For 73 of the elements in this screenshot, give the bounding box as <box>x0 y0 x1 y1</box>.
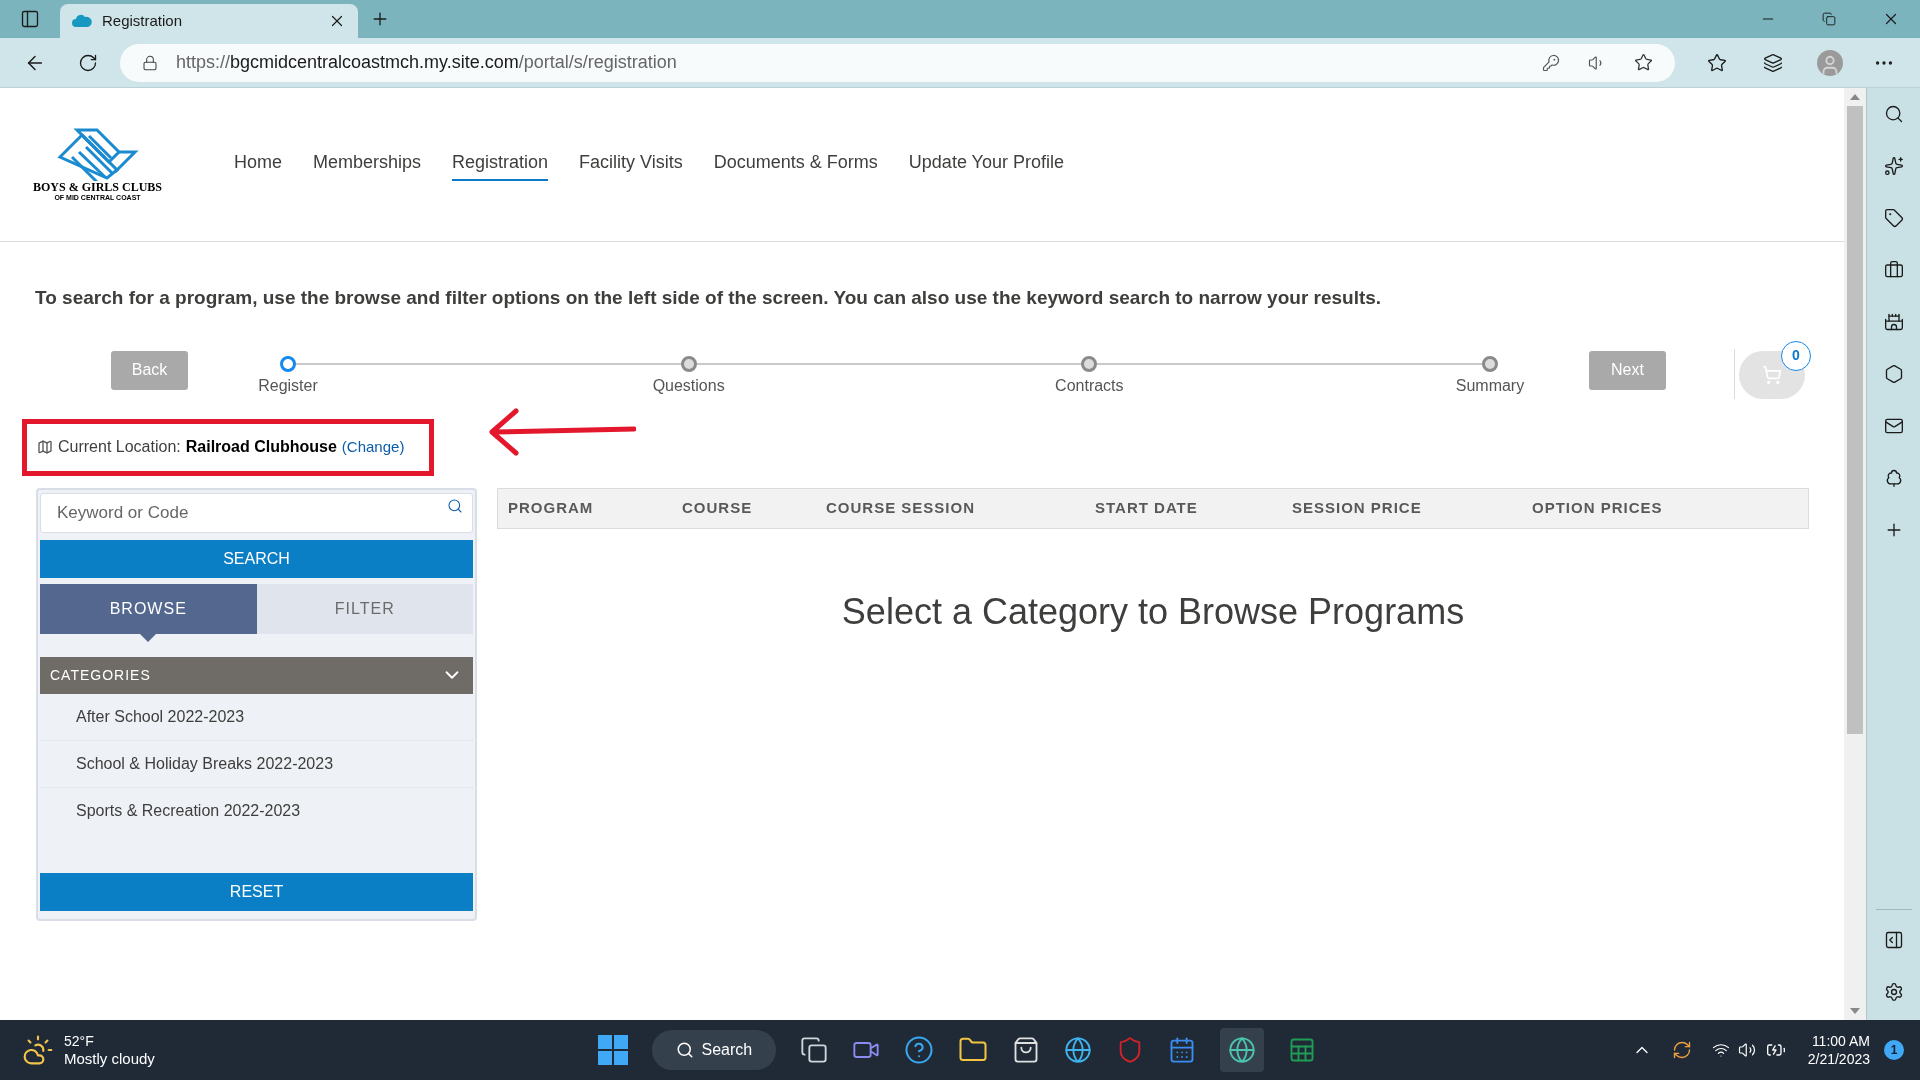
nav-link[interactable]: Facility Visits <box>579 148 683 181</box>
temperature-text: 52°F <box>64 1032 95 1050</box>
taskbar-search-button[interactable]: Search <box>651 1030 776 1070</box>
search-icon <box>675 1041 694 1059</box>
task-view-icon[interactable] <box>799 1036 828 1064</box>
nav-link[interactable]: Documents & Forms <box>713 148 878 181</box>
settings-icon[interactable] <box>1883 982 1904 1002</box>
categories-title: CATEGORIES <box>50 665 152 685</box>
column-header: SESSION PRICE <box>1292 499 1422 516</box>
scroll-up-icon[interactable] <box>1850 94 1860 100</box>
start-icon[interactable] <box>597 1035 628 1065</box>
favorites-icon[interactable] <box>1707 52 1727 73</box>
category-item[interactable]: School & Holiday Breaks 2022-2023 <box>76 751 334 776</box>
nav-link[interactable]: Update Your Profile <box>908 148 1064 181</box>
step-label: Summary <box>1455 375 1525 396</box>
scrollbar-thumb[interactable] <box>1847 106 1863 734</box>
browser-icon[interactable] <box>1227 1036 1256 1064</box>
clock-time: 11:00 AM <box>1811 1032 1870 1050</box>
nav-link[interactable]: Home <box>234 148 282 181</box>
lock-icon <box>142 54 158 71</box>
nav-link[interactable]: Memberships <box>313 148 422 181</box>
search-button[interactable]: SEARCH <box>40 539 473 578</box>
notification-badge[interactable]: 1 <box>1884 1040 1904 1060</box>
scroll-down-icon[interactable] <box>1850 1008 1860 1014</box>
cart-icon <box>1762 364 1782 385</box>
search-field[interactable]: Keyword or Code <box>40 492 473 533</box>
category-item[interactable]: After School 2022-2023 <box>76 704 245 729</box>
logo-icon <box>56 127 139 181</box>
reset-button[interactable]: RESET <box>40 872 473 911</box>
refresh-icon[interactable] <box>78 52 98 73</box>
category-item[interactable]: Sports & Recreation 2022-2023 <box>76 799 301 823</box>
hexagon-icon[interactable] <box>1883 364 1904 384</box>
tag-icon[interactable] <box>1883 208 1904 228</box>
step-label: Contracts <box>1055 375 1124 396</box>
panel-tab[interactable]: FILTER <box>256 583 473 634</box>
categories-header[interactable]: CATEGORIES <box>40 656 473 694</box>
location-value: Railroad Clubhouse <box>185 437 337 457</box>
panel-icon[interactable] <box>1883 930 1904 950</box>
location-label: Current Location: <box>58 437 181 457</box>
tab-actions-icon[interactable] <box>20 9 40 29</box>
empty-state-message: Select a Category to Browse Programs <box>841 589 1465 634</box>
browser-icon[interactable] <box>1063 1036 1092 1064</box>
step-label: Register <box>258 375 318 396</box>
url-text: https://bgcmidcentralcoastmch.my.site.com/portal/s/registration <box>176 51 677 74</box>
instructions-text: To search for a program, use the browse and filter options on the left side of the screen. You can also use the keyword search to narrow your results. <box>35 286 1383 310</box>
column-header: COURSE SESSION <box>826 499 976 516</box>
nav-link[interactable]: Registration <box>452 148 549 181</box>
key-icon[interactable] <box>1542 53 1560 72</box>
clock-date: 2/21/2023 <box>1807 1050 1870 1068</box>
speaker-icon[interactable] <box>1737 1041 1756 1059</box>
column-header: PROGRAM <box>508 499 594 516</box>
column-header: COURSE <box>682 499 753 516</box>
help-icon[interactable] <box>903 1035 934 1065</box>
logo-title: BOYS & GIRLS CLUBS <box>32 181 162 194</box>
weather-icon[interactable] <box>22 1034 54 1066</box>
restore-icon[interactable] <box>1822 12 1836 26</box>
sync-icon[interactable] <box>1671 1040 1692 1060</box>
search-icon <box>447 497 463 514</box>
weather-text: Mostly cloudy <box>64 1050 155 1068</box>
cloud-icon <box>72 14 92 28</box>
search-icon[interactable] <box>1883 104 1904 124</box>
mail-icon[interactable] <box>1883 416 1904 436</box>
panel-tab[interactable]: BROWSE <box>40 583 257 634</box>
address-bar[interactable]: https://bgcmidcentralcoastmch.my.site.com/portal/s/registration <box>120 43 1675 82</box>
change-location-link[interactable]: (Change) <box>341 435 405 459</box>
caret-icon <box>140 633 157 642</box>
step-label: Questions <box>652 375 725 396</box>
column-header: START DATE <box>1095 499 1198 516</box>
sparkle-icon[interactable] <box>1883 156 1904 176</box>
briefcase-icon[interactable] <box>1883 260 1904 280</box>
cart-count-badge: 0 <box>1781 340 1811 371</box>
map-icon <box>37 439 53 455</box>
column-header: OPTION PRICES <box>1532 499 1663 516</box>
